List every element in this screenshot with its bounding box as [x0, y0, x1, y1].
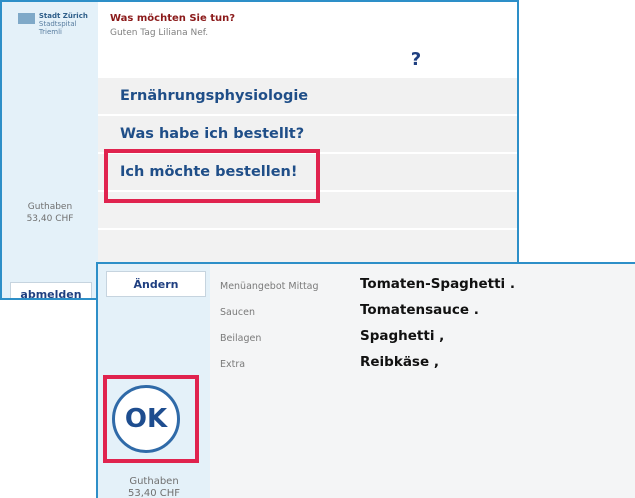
logo-org: Stadtspital Triemli — [38, 20, 77, 36]
menu-item-label: Ernährungsphysiologie — [120, 88, 309, 104]
sidebar: Stadt Zürich Stadtspital Triemli Guthabe… — [2, 2, 98, 298]
change-button[interactable]: Ändern — [106, 271, 206, 297]
header: Was möchten Sie tun? Guten Tag Liliana N… — [98, 2, 517, 62]
detail-row-sauce: Saucen Tomatensauce . — [210, 302, 635, 324]
zurich-crest-icon — [18, 13, 35, 24]
detail-value: Spaghetti , — [360, 328, 445, 344]
detail-row-menu: Menüangebot Mittag Tomaten-Spaghetti . — [210, 276, 635, 298]
detail-value: Tomatensauce . — [360, 302, 479, 318]
highlight-order-option — [104, 149, 320, 203]
detail-row-extra: Extra Reibkäse , — [210, 354, 635, 376]
balance-label: Guthaben — [129, 476, 179, 487]
logout-button[interactable]: abmelden — [10, 282, 92, 298]
detail-label: Beilagen — [220, 333, 262, 344]
help-icon[interactable]: ? — [404, 48, 428, 72]
balance-amount: 53,40 CHF — [127, 488, 181, 498]
highlight-ok-button — [103, 375, 199, 463]
balance-display: Guthaben 53,40 CHF — [98, 476, 210, 498]
menu-row-empty — [98, 230, 517, 266]
greeting: Guten Tag Liliana Nef. — [110, 28, 209, 38]
logo-city: Stadt Zürich — [38, 12, 88, 20]
menu-item-nutrition[interactable]: Ernährungsphysiologie — [98, 78, 517, 114]
city-logo: Stadt Zürich Stadtspital Triemli — [18, 12, 98, 36]
balance-amount: 53,40 CHF — [26, 214, 74, 224]
balance-label: Guthaben — [27, 202, 73, 212]
detail-label: Saucen — [220, 307, 255, 318]
menu-item-my-orders[interactable]: Was habe ich bestellt? — [98, 116, 517, 152]
detail-label: Extra — [220, 359, 246, 370]
balance-display: Guthaben 53,40 CHF — [2, 201, 98, 225]
order-details: Menüangebot Mittag Tomaten-Spaghetti . S… — [210, 264, 635, 498]
detail-value: Reibkäse , — [360, 354, 439, 370]
detail-row-sides: Beilagen Spaghetti , — [210, 328, 635, 350]
detail-value: Tomaten-Spaghetti . — [360, 276, 515, 292]
page-title: Was möchten Sie tun? — [110, 13, 236, 24]
detail-label: Menüangebot Mittag — [220, 281, 319, 292]
menu-item-label: Was habe ich bestellt? — [120, 126, 305, 142]
